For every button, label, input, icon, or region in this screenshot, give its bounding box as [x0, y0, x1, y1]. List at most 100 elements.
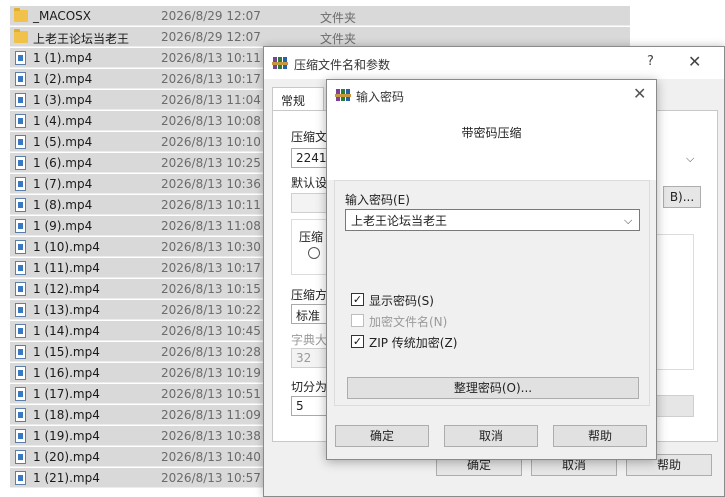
default-profile-label: 默认设 — [291, 176, 328, 190]
file-row[interactable]: _MACOSX 2026/8/29 12:07 文件夹 — [10, 6, 630, 26]
file-date: 2026/8/13 10:36 — [161, 177, 261, 191]
video-file-icon — [15, 93, 26, 107]
file-name: 1 (5).mp4 — [33, 135, 93, 149]
file-date: 2026/8/13 10:57 — [161, 471, 261, 485]
video-file-icon — [15, 114, 26, 128]
file-type: 文件夹 — [320, 11, 357, 25]
video-file-icon — [15, 240, 26, 254]
video-file-icon — [15, 408, 26, 422]
method-label: 压缩方 — [291, 288, 328, 302]
file-date: 2026/8/13 10:11 — [161, 198, 261, 212]
video-file-icon — [15, 156, 26, 170]
video-file-icon — [15, 177, 26, 191]
close-icon[interactable]: ✕ — [633, 84, 646, 103]
file-name: 1 (10).mp4 — [33, 240, 100, 254]
password-dialog-title: 输入密码 — [356, 90, 405, 104]
password-dialog-titlebar[interactable]: 输入密码 ✕ — [327, 80, 656, 110]
zip-legacy-encryption-label: ZIP 传统加密(Z) — [369, 336, 458, 350]
video-file-icon — [15, 324, 26, 338]
file-name: 1 (13).mp4 — [33, 303, 100, 317]
file-row[interactable]: 上老王论坛当老王 2026/8/29 12:07 文件夹 — [10, 27, 630, 47]
file-date: 2026/8/13 11:04 — [161, 93, 261, 107]
encrypt-filenames-label: 加密文件名(N) — [369, 315, 448, 329]
format-label: 压缩 — [299, 230, 324, 244]
video-file-icon — [15, 303, 26, 317]
file-date: 2026/8/13 10:11 — [161, 51, 261, 65]
dictionary-label: 字典大 — [291, 333, 328, 347]
file-date: 2026/8/13 10:22 — [161, 303, 261, 317]
file-name: 1 (7).mp4 — [33, 177, 93, 191]
password-cancel-button[interactable]: 取消 — [444, 425, 538, 447]
video-file-icon — [15, 345, 26, 359]
show-password-label: 显示密码(S) — [369, 294, 434, 308]
file-date: 2026/8/13 10:08 — [161, 114, 261, 128]
file-type: 文件夹 — [320, 32, 357, 46]
file-name: 1 (16).mp4 — [33, 366, 100, 380]
file-date: 2026/8/29 12:07 — [161, 30, 261, 44]
file-name: 1 (15).mp4 — [33, 345, 100, 359]
file-name: 1 (6).mp4 — [33, 156, 93, 170]
file-date: 2026/8/13 10:40 — [161, 450, 261, 464]
password-ok-button[interactable]: 确定 — [335, 425, 429, 447]
video-file-icon — [15, 135, 26, 149]
file-date: 2026/8/13 10:10 — [161, 135, 261, 149]
password-options-panel: 输入密码(E) 上老王论坛当老王 ⌵ ✓ 显示密码(S) 加密文件名(N) ✓ … — [334, 180, 650, 406]
checkbox-checked-icon: ✓ — [351, 293, 364, 306]
video-file-icon — [15, 471, 26, 485]
file-date: 2026/8/13 10:17 — [161, 261, 261, 275]
file-name: 1 (20).mp4 — [33, 450, 100, 464]
file-name: 1 (1).mp4 — [33, 51, 93, 65]
password-input[interactable]: 上老王论坛当老王 — [345, 209, 640, 231]
folder-icon — [14, 29, 28, 43]
help-icon[interactable]: ? — [647, 54, 654, 69]
file-name: 1 (21).mp4 — [33, 471, 100, 485]
chevron-down-icon[interactable]: ⌵ — [624, 214, 632, 228]
file-date: 2026/8/13 10:25 — [161, 156, 261, 170]
file-name: 1 (12).mp4 — [33, 282, 100, 296]
close-icon[interactable]: ✕ — [688, 52, 701, 71]
file-date: 2026/8/13 10:28 — [161, 345, 261, 359]
file-name: 1 (14).mp4 — [33, 324, 100, 338]
file-name: 1 (8).mp4 — [33, 198, 93, 212]
file-date: 2026/8/13 10:45 — [161, 324, 261, 338]
video-file-icon — [15, 387, 26, 401]
browse-button[interactable]: B)... — [663, 186, 701, 208]
file-name: 1 (3).mp4 — [33, 93, 93, 107]
file-name: 1 (9).mp4 — [33, 219, 93, 233]
file-date: 2026/8/13 11:09 — [161, 408, 261, 422]
checkbox-checked-icon: ✓ — [351, 335, 364, 348]
file-date: 2026/8/13 10:51 — [161, 387, 261, 401]
archive-params-title: 压缩文件名和参数 — [294, 58, 391, 72]
archive-params-titlebar[interactable]: 压缩文件名和参数 ? ✕ — [264, 47, 724, 79]
video-file-icon — [15, 282, 26, 296]
password-help-button[interactable]: 帮助 — [553, 425, 647, 447]
file-name: _MACOSX — [33, 9, 92, 23]
video-file-icon — [15, 366, 26, 380]
file-name: 1 (19).mp4 — [33, 429, 100, 443]
password-dialog: 输入密码 ✕ 带密码压缩 输入密码(E) 上老王论坛当老王 ⌵ ✓ 显示密码(S… — [326, 79, 657, 460]
file-date: 2026/8/13 10:15 — [161, 282, 261, 296]
file-date: 2026/8/13 10:17 — [161, 72, 261, 86]
password-heading: 带密码压缩 — [461, 126, 522, 140]
file-date: 2026/8/13 11:08 — [161, 219, 261, 233]
video-file-icon — [15, 219, 26, 233]
organize-passwords-button[interactable]: 整理密码(O)... — [347, 377, 639, 399]
file-date: 2026/8/13 10:19 — [161, 366, 261, 380]
tab-general[interactable]: 常规 — [272, 87, 324, 111]
file-date: 2026/8/13 10:38 — [161, 429, 261, 443]
winrar-icon — [335, 89, 351, 101]
format-radio[interactable] — [308, 247, 320, 259]
split-label: 切分为 — [291, 380, 328, 394]
file-name: 1 (2).mp4 — [33, 72, 93, 86]
video-file-icon — [15, 450, 26, 464]
password-dialog-header: 带密码压缩 — [327, 110, 656, 180]
file-date: 2026/8/29 12:07 — [161, 9, 261, 23]
archive-name-label: 压缩文 — [291, 130, 328, 144]
video-file-icon — [15, 72, 26, 86]
video-file-icon — [15, 51, 26, 65]
file-name: 1 (11).mp4 — [33, 261, 100, 275]
file-name: 1 (4).mp4 — [33, 114, 93, 128]
file-name: 1 (18).mp4 — [33, 408, 100, 422]
chevron-down-icon[interactable]: ⌵ — [686, 152, 694, 166]
file-name: 1 (17).mp4 — [33, 387, 100, 401]
